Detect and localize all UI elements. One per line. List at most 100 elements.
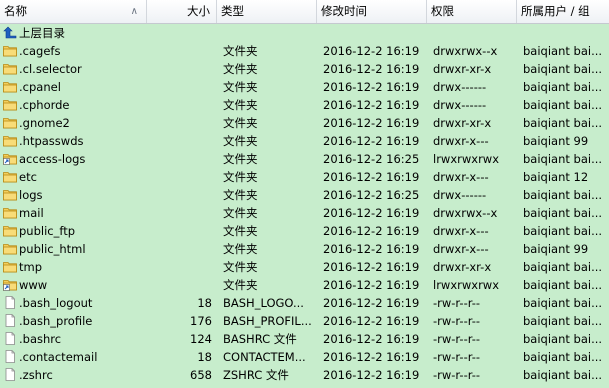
column-header-name[interactable]: 名称 ∧	[0, 0, 147, 23]
modified-time: 2016-12-2 16:19	[323, 350, 420, 364]
file-row[interactable]: .bash_profile 176 BASH_PROFIL... 2016-12-2 …	[0, 312, 609, 330]
column-header-perms[interactable]: 权限	[427, 0, 517, 23]
folder-row[interactable]: .cpanel 文件夹 2016-12-2 16:19 drwx------ baiqi…	[0, 78, 609, 96]
owner-group: baiqiant bai...	[523, 260, 603, 274]
column-header-modified-label: 修改时间	[321, 4, 367, 18]
folder-icon	[3, 208, 17, 219]
folder-row[interactable]: www 文件夹 2016-12-2 16:19 lrwxrwxrwx baiqiant …	[0, 276, 609, 294]
file-row[interactable]: .zshrc 658 ZSHRC 文件 2016-12-2 16:19 -rw-r--r…	[0, 366, 609, 384]
folder-icon	[3, 244, 17, 255]
folder-row[interactable]: .gnome2 文件夹 2016-12-2 16:19 drwxr-xr-x baiqi…	[0, 114, 609, 132]
permissions: -rw-r--r--	[433, 350, 481, 364]
folder-icon	[3, 136, 17, 147]
folder-row[interactable]: public_html 文件夹 2016-12-2 16:19 drwxr-x--- b…	[0, 240, 609, 258]
file-name: .contactemail	[19, 350, 98, 364]
parent-directory-cell: 上层目录	[2, 24, 152, 42]
file-size	[152, 60, 212, 78]
file-icon	[5, 314, 15, 327]
column-header-size[interactable]: 大小	[147, 0, 217, 23]
folder-row[interactable]: .cphorde 文件夹 2016-12-2 16:19 drwx------ baiq…	[0, 96, 609, 114]
name-cell: .htpasswds	[2, 132, 152, 150]
permissions: -rw-r--r--	[433, 296, 481, 310]
file-row[interactable]: .contactemail 18 CONTACTEM... 2016-12-2 16:…	[0, 348, 609, 366]
column-header-type[interactable]: 类型	[217, 0, 317, 23]
owner-group: baiqiant bai...	[523, 116, 603, 130]
owner-group: baiqiant 99	[523, 134, 589, 148]
modified-time: 2016-12-2 16:19	[323, 206, 420, 220]
folder-icon	[3, 226, 17, 237]
folder-row[interactable]: etc 文件夹 2016-12-2 16:19 drwxr-x--- baiqiant …	[0, 168, 609, 186]
owner-group: baiqiant 12	[523, 170, 589, 184]
permissions: lrwxrwxrwx	[433, 152, 500, 166]
modified-time: 2016-12-2 16:19	[323, 80, 420, 94]
file-size	[152, 258, 212, 276]
file-name: access-logs	[19, 152, 86, 166]
column-header-owner-label: 所属用户 / 组	[521, 4, 590, 18]
name-cell: .cpanel	[2, 78, 152, 96]
name-cell: .cagefs	[2, 42, 152, 60]
file-name: .bash_profile	[19, 314, 93, 328]
file-size	[152, 78, 212, 96]
modified-time: 2016-12-2 16:19	[323, 368, 420, 382]
file-icon	[5, 332, 15, 345]
column-header-modified[interactable]: 修改时间	[317, 0, 427, 23]
file-name: etc	[19, 170, 37, 184]
column-header-type-label: 类型	[221, 4, 244, 18]
name-cell: access-logs	[2, 150, 152, 168]
permissions: drwxr-xr-x	[433, 260, 492, 274]
owner-group: baiqiant bai...	[523, 152, 603, 166]
column-header-size-label: 大小	[187, 4, 210, 18]
folder-row[interactable]: logs 文件夹 2016-12-2 16:25 drwx------ baiqiant…	[0, 186, 609, 204]
file-type: 文件夹	[223, 188, 258, 202]
file-type: BASH_LOGO...	[223, 296, 304, 310]
file-size: 18	[197, 296, 212, 310]
modified-time: 2016-12-2 16:19	[323, 296, 420, 310]
permissions: -rw-r--r--	[433, 368, 481, 382]
folder-row[interactable]: .cl.selector 文件夹 2016-12-2 16:19 drwxr-xr-x…	[0, 60, 609, 78]
name-cell: public_ftp	[2, 222, 152, 240]
file-name: .cagefs	[19, 44, 61, 58]
file-name: .cphorde	[19, 98, 70, 112]
modified-time: 2016-12-2 16:19	[323, 242, 420, 256]
folder-row[interactable]: mail 文件夹 2016-12-2 16:19 drwxrwx--x baiqiant…	[0, 204, 609, 222]
owner-group: baiqiant bai...	[523, 98, 603, 112]
modified-time: 2016-12-2 16:19	[323, 170, 420, 184]
file-row[interactable]: .bashrc 124 BASHRC 文件 2016-12-2 16:19 -rw-r-…	[0, 330, 609, 348]
owner-group: baiqiant bai...	[523, 206, 603, 220]
file-type: 文件夹	[223, 98, 258, 112]
file-type: ZSHRC 文件	[223, 368, 289, 382]
file-type: 文件夹	[223, 116, 258, 130]
modified-time: 2016-12-2 16:19	[323, 44, 420, 58]
file-size	[152, 222, 212, 240]
name-cell: .bash_profile	[2, 312, 152, 330]
file-type: 文件夹	[223, 278, 258, 292]
owner-group: baiqiant bai...	[523, 350, 603, 364]
owner-group: baiqiant 99	[523, 242, 589, 256]
folder-row[interactable]: public_ftp 文件夹 2016-12-2 16:19 drwxr-x--- ba…	[0, 222, 609, 240]
file-name: .bash_logout	[19, 296, 93, 310]
folder-icon	[3, 190, 17, 201]
folder-row[interactable]: tmp 文件夹 2016-12-2 16:19 drwxr-xr-x baiqiant …	[0, 258, 609, 276]
file-type: 文件夹	[223, 80, 258, 94]
folder-row[interactable]: .cagefs 文件夹 2016-12-2 16:19 drwxrwx--x baiqi…	[0, 42, 609, 60]
file-size	[152, 240, 212, 258]
folder-row[interactable]: access-logs 文件夹 2016-12-2 16:25 lrwxrwxrwx b…	[0, 150, 609, 168]
file-row[interactable]: .bash_logout 18 BASH_LOGO... 2016-12-2 16:1…	[0, 294, 609, 312]
name-cell: .gnome2	[2, 114, 152, 132]
file-name: tmp	[19, 260, 43, 274]
file-size	[152, 42, 212, 60]
folder-icon	[3, 118, 17, 129]
modified-time: 2016-12-2 16:25	[323, 188, 420, 202]
name-cell: logs	[2, 186, 152, 204]
file-icon	[5, 296, 15, 309]
owner-group: baiqiant bai...	[523, 314, 603, 328]
permissions: -rw-r--r--	[433, 332, 481, 346]
folder-icon	[3, 172, 17, 183]
file-size	[152, 96, 212, 114]
column-header-owner[interactable]: 所属用户 / 组	[517, 0, 609, 23]
parent-directory-row[interactable]: 上层目录	[0, 24, 609, 42]
name-cell: etc	[2, 168, 152, 186]
folder-row[interactable]: .htpasswds 文件夹 2016-12-2 16:19 drwxr-x--- ba…	[0, 132, 609, 150]
permissions: drwxr-x---	[433, 170, 489, 184]
owner-group: baiqiant bai...	[523, 62, 603, 76]
